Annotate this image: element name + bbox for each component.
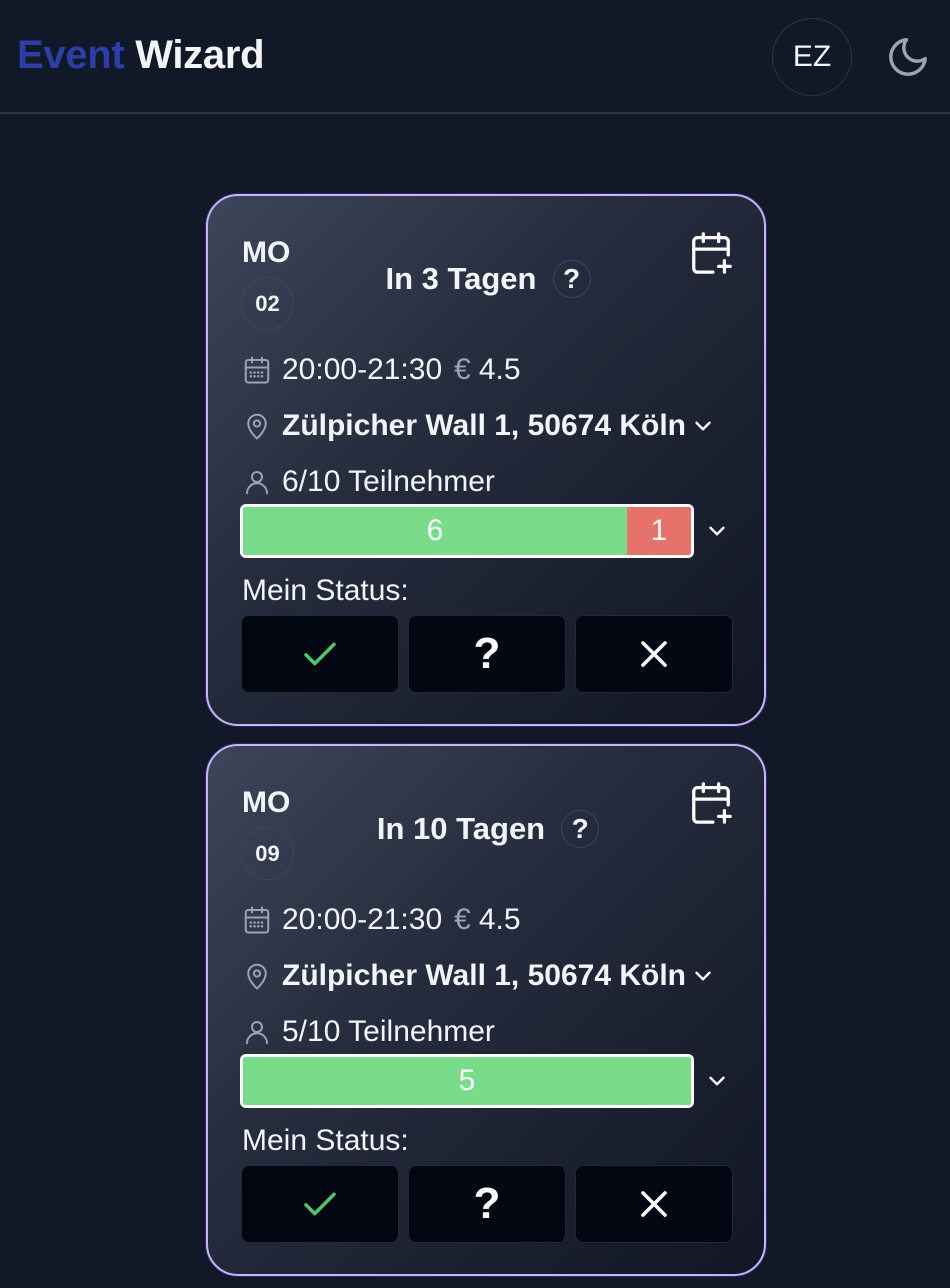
event-location: Zülpicher Wall 1, 50674 Köln — [282, 959, 687, 992]
relative-date-label: In 10 Tagen — [376, 811, 546, 846]
status-maybe-button[interactable]: ? — [408, 615, 566, 693]
euro-icon: € — [454, 353, 471, 386]
app-logo[interactable]: Event Wizard — [17, 33, 265, 78]
help-icon[interactable]: ? — [561, 810, 600, 848]
participants-count: 5/10 Teilnehmer — [282, 1015, 495, 1048]
status-accept-button[interactable] — [241, 615, 399, 693]
calendar-plus-icon[interactable] — [688, 780, 734, 826]
status-decline-button[interactable] — [575, 1165, 733, 1243]
map-pin-icon — [247, 963, 267, 990]
question-icon: ? — [473, 629, 501, 678]
chevron-down-icon[interactable] — [704, 518, 730, 544]
event-participants-row: 5/10 Teilnehmer — [242, 1015, 495, 1049]
participants-count: 6/10 Teilnehmer — [282, 465, 495, 498]
calendar-icon — [244, 906, 270, 934]
event-location: Zülpicher Wall 1, 50674 Köln — [282, 409, 687, 442]
chevron-down-icon[interactable] — [690, 963, 716, 989]
top-bar: Event Wizard EZ — [0, 0, 950, 114]
event-time: 20:00-21:30 — [282, 903, 443, 936]
calendar-icon — [244, 356, 270, 384]
user-avatar[interactable]: EZ — [772, 18, 852, 96]
event-time-row: 20:00-21:30 € 4.5 — [242, 353, 521, 387]
participant-bar: 5 — [240, 1054, 694, 1108]
status-label: Mein Status: — [242, 1124, 409, 1157]
event-price: 4.5 — [478, 903, 521, 936]
help-icon[interactable]: ? — [552, 260, 591, 298]
euro-icon: € — [454, 903, 471, 936]
check-icon — [304, 642, 336, 666]
status-label: Mein Status: — [242, 574, 409, 607]
event-relative-date: In 3 Tagen ? — [208, 260, 768, 298]
chevron-down-icon[interactable] — [690, 413, 716, 439]
status-decline-button[interactable] — [575, 615, 733, 693]
event-location-row[interactable]: Zülpicher Wall 1, 50674 Köln — [242, 959, 716, 993]
user-icon — [246, 471, 268, 495]
event-time: 20:00-21:30 — [282, 353, 443, 386]
event-relative-date: In 10 Tagen ? — [208, 810, 768, 848]
relative-date-label: In 3 Tagen — [385, 261, 537, 296]
event-card: MO 09 In 10 Tagen ? 20:00-21:30 € 4.5 Zü… — [206, 744, 766, 1276]
check-icon — [304, 1192, 336, 1216]
status-accept-button[interactable] — [241, 1165, 399, 1243]
event-participants-row: 6/10 Teilnehmer — [242, 465, 495, 499]
close-icon — [641, 641, 667, 667]
bar-declined: 1 — [627, 507, 691, 555]
event-time-row: 20:00-21:30 € 4.5 — [242, 903, 521, 937]
event-price: 4.5 — [478, 353, 521, 386]
user-icon — [246, 1021, 268, 1045]
event-card: MO 02 In 3 Tagen ? 20:00-21:30 € 4.5 Zül… — [206, 194, 766, 726]
map-pin-icon — [247, 413, 267, 440]
question-icon: ? — [473, 1179, 501, 1228]
brand-part-2: Wizard — [135, 33, 265, 77]
status-maybe-button[interactable]: ? — [408, 1165, 566, 1243]
moon-icon[interactable] — [884, 34, 932, 80]
participant-bar: 6 1 — [240, 504, 694, 558]
brand-part-1: Event — [17, 33, 125, 77]
calendar-plus-icon[interactable] — [688, 230, 734, 276]
event-location-row[interactable]: Zülpicher Wall 1, 50674 Köln — [242, 409, 716, 443]
close-icon — [641, 1191, 667, 1217]
bar-confirmed: 6 — [243, 507, 627, 555]
chevron-down-icon[interactable] — [704, 1068, 730, 1094]
bar-confirmed: 5 — [243, 1057, 691, 1105]
